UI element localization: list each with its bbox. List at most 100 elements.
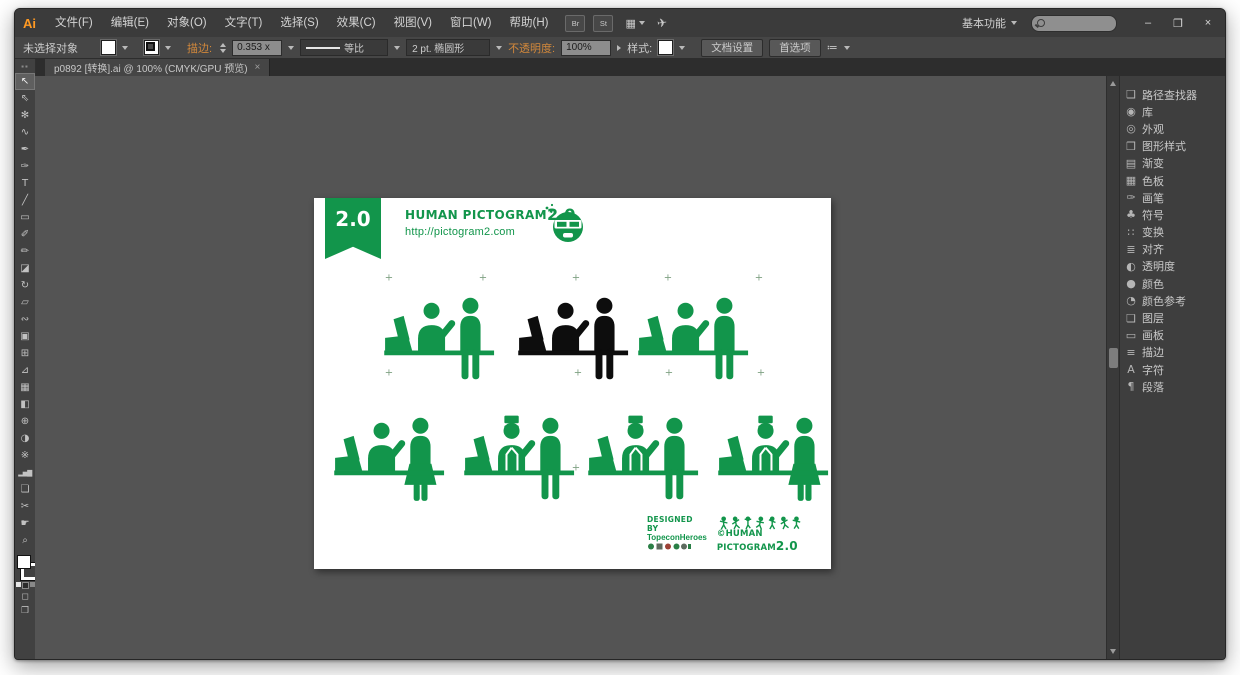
menu-select[interactable]: 选择(S) [271,9,327,37]
panel-tab-swatches[interactable]: ▦ 色板 [1120,172,1225,189]
arrange-documents-button[interactable]: ▦ [625,17,645,30]
stock-button[interactable]: St [593,14,614,32]
magic-wand-tool[interactable]: ✻ [15,107,35,124]
panel-tab-character[interactable]: A 字符 [1120,361,1225,378]
panel-tab-brushes[interactable]: ✑ 画笔 [1120,189,1225,206]
artboard[interactable]: 2.0 HUMAN PICTOGRAM2.0 http://pictogram2… [314,198,831,569]
eraser-tool[interactable]: ◪ [15,260,35,277]
line-segment-tool[interactable]: ╱ [15,192,35,209]
align-options-icon[interactable]: ≔ [827,41,838,54]
style-swatch[interactable] [658,40,674,55]
perspective-grid-tool[interactable]: ⊿ [15,362,35,379]
panel-tab-align[interactable]: ≣ 对齐 [1120,241,1225,258]
chevron-right-icon [617,44,622,51]
document-tab[interactable]: p0892 [转换].ai @ 100% (CMYK/GPU 预览) × [45,59,271,76]
column-graph-tool[interactable]: ▂▅▇ [15,464,35,481]
menu-edit[interactable]: 编辑(E) [102,9,158,37]
gpu-performance-icon[interactable]: ✈ [656,15,668,30]
menu-type[interactable]: 文字(T) [216,9,272,37]
rectangle-tool[interactable]: ▭ [15,209,35,226]
rotate-tool[interactable]: ↻ [15,277,35,294]
canvas[interactable]: 2.0 HUMAN PICTOGRAM2.0 http://pictogram2… [35,76,1108,659]
panel-tab-symbols[interactable]: ♣ 符号 [1120,206,1225,223]
selection-tool[interactable]: ↖ [15,73,35,90]
restore-button[interactable]: ❐ [1165,13,1191,33]
stroke-weight-stepper[interactable] [220,42,227,53]
close-button[interactable]: × [1195,13,1221,33]
type-tool[interactable]: T [15,175,35,192]
hand-tool[interactable]: ☛ [15,515,35,532]
slice-tool[interactable]: ✂ [15,498,35,515]
fill-swatch-icon[interactable] [17,555,31,569]
menu-effect[interactable]: 效果(C) [328,9,385,37]
panel-tab-color-guide[interactable]: ◔ 颜色参考 [1120,292,1225,309]
menu-file[interactable]: 文件(F) [46,9,102,37]
eyedropper-tool[interactable]: ⊕ [15,413,35,430]
color-white-icon[interactable] [15,582,21,587]
transparency-icon: ◐ [1126,259,1136,273]
tab-close-icon[interactable]: × [255,62,261,73]
pencil-tool[interactable]: ✏ [15,243,35,260]
opacity-label[interactable]: 不透明度: [508,40,555,56]
pen-tool[interactable]: ✒ [15,141,35,158]
blend-tool[interactable]: ◑ [15,430,35,447]
menu-window[interactable]: 窗口(W) [441,9,501,37]
menu-help[interactable]: 帮助(H) [501,9,558,37]
stroke-color-swatch[interactable] [144,40,159,55]
scale-tool[interactable]: ▱ [15,294,35,311]
scrollbar-thumb[interactable] [1109,348,1118,368]
color-mode-buttons[interactable] [15,582,35,589]
laptop-icon [719,435,747,471]
preferences-button[interactable]: 首选项 [769,38,821,57]
workspace-switcher[interactable]: 基本功能 [962,15,1017,31]
curvature-tool[interactable]: ✑ [15,158,35,175]
direct-selection-tool[interactable]: ⇖ [15,90,35,107]
panel-tab-libraries[interactable]: ◉ 库 [1120,103,1225,120]
panel-tab-transparency[interactable]: ◐ 透明度 [1120,258,1225,275]
free-transform-tool[interactable]: ▣ [15,328,35,345]
stroke-label[interactable]: 描边: [187,40,212,56]
paintbrush-tool[interactable]: ✐ [15,226,35,243]
vertical-scrollbar[interactable] [1106,76,1119,659]
panel-tab-appearance[interactable]: ◎ 外观 [1120,120,1225,137]
minimize-button[interactable]: – [1135,13,1161,33]
width-tool[interactable]: ∾ [15,311,35,328]
opacity-field[interactable]: 100% [561,39,612,56]
tool-list: ↖ ⇖ ✻ ∿ ✒ ✑ T ╱ ▭ ✐ ✏ ◪ ↻ ▱ ∾ ▣ ⊞ ⊿ ▦ ◧ ⊕ ◑ ※ ▂▅▇ ❏ ✂ ☛ ⌕ [15,73,35,549]
menu-view[interactable]: 视图(V) [385,9,441,37]
tools-panel-grip[interactable]: ▪▪ [15,59,35,73]
bridge-button[interactable]: Br [565,14,586,32]
symbol-sprayer-tool[interactable]: ※ [15,447,35,464]
menu-object[interactable]: 对象(O) [158,9,216,37]
scroll-up-icon[interactable] [1110,81,1116,86]
appearance-icon: ◎ [1126,122,1136,136]
mesh-tool[interactable]: ▦ [15,379,35,396]
stroke-weight-field[interactable]: 0.353 x [232,39,283,56]
brush-definition-select[interactable]: 2 pt. 椭圆形 [406,39,491,56]
panel-tab-transform[interactable]: ∷ 变换 [1120,224,1225,241]
fill-color-swatch[interactable] [101,40,116,55]
panel-tab-stroke[interactable]: ≡ 描边 [1120,344,1225,361]
fill-stroke-control[interactable] [15,553,39,581]
panel-tab-paragraph[interactable]: ¶ 段落 [1120,378,1225,395]
zoom-tool[interactable]: ⌕ [15,532,35,549]
panel-tab-artboards[interactable]: ▭ 画板 [1120,327,1225,344]
shape-builder-tool[interactable]: ⊞ [15,345,35,362]
none-mode-icon[interactable] [29,582,35,587]
panel-tab-layers[interactable]: ❏ 图层 [1120,309,1225,326]
width-profile-select[interactable]: 等比 [300,39,389,56]
panel-tab-graphic-styles[interactable]: ❒ 图形样式 [1120,138,1225,155]
document-setup-button[interactable]: 文档设置 [701,38,764,57]
gradient-tool[interactable]: ◧ [15,396,35,413]
search-input[interactable] [1045,17,1111,29]
gradient-mode-icon[interactable] [21,582,29,589]
chevron-down-icon [638,21,645,25]
panel-tab-pathfinder[interactable]: ❑ 路径查找器 [1120,86,1225,103]
screen-mode-icon[interactable]: ❐ [15,603,35,617]
artboard-tool[interactable]: ❏ [15,481,35,498]
drawing-mode-icon[interactable]: ◻ [15,589,35,603]
scroll-down-icon[interactable] [1110,649,1116,654]
panel-tab-gradient[interactable]: ▤ 渐变 [1120,155,1225,172]
lasso-tool[interactable]: ∿ [15,124,35,141]
panel-tab-color[interactable]: ● 颜色 [1120,275,1225,292]
